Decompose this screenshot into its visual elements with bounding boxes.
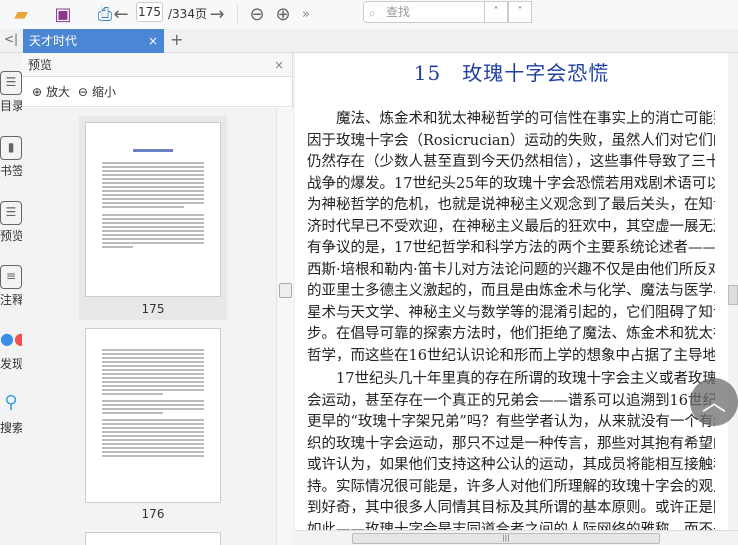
thumbnail-list: 175 176 (22, 108, 276, 545)
close-tab-icon[interactable]: × (148, 29, 158, 53)
thumbnail-page-175[interactable] (85, 122, 221, 297)
text-line: 为神秘哲学的危机，也就是说神秘主义观念到了最后关头，在知识经 (307, 197, 715, 213)
text-line: 星术与天文学、神秘主义与数学等的混淆引起的，它们阻碍了知识进 (307, 304, 715, 321)
search-placeholder: 查找 (386, 5, 411, 19)
text-line: 因于玫瑰十字会（Rosicrucian）运动的失败，虽然人们对它们的轻信 (307, 132, 715, 149)
panel-title: 预览 (28, 58, 53, 72)
text-line: 济时代早已不受欢迎，在神秘主义最后的狂欢中，其空虚一展无遗。 (307, 218, 715, 235)
save-icon[interactable]: ▣ (52, 3, 74, 25)
chapter-title: 15 玫瑰十字会恐慌 (413, 61, 610, 85)
label: 注释 (0, 293, 25, 307)
toolbar: ▰ ▣ ⎙ ← 175 /334页 → ⊖ ⊕ » ⌕ 查找 ˄ ˅ (0, 0, 738, 29)
label: 发现 (0, 357, 25, 371)
label: 预览 (0, 229, 25, 243)
new-tab-button[interactable]: + (170, 30, 183, 49)
text-line: 有争议的是，17世纪哲学和科学方法的两个主要系统论述者——弗朗 (307, 240, 715, 256)
page-number-input[interactable]: 175 (136, 2, 163, 22)
text-line: 哲学，而这些在16世纪认识论和形而上学的想象中占据了主导地位。 (307, 347, 715, 364)
scrollbar-thumb[interactable] (279, 283, 292, 298)
open-folder-icon[interactable]: ▰ (10, 3, 32, 25)
search-icon: ⌕ (369, 6, 376, 20)
document-vertical-scrollbar[interactable] (728, 53, 738, 530)
previous-page-icon[interactable]: ← (110, 3, 132, 25)
text-line: 魔法、炼金术和犹太神秘哲学的可信性在事实上的消亡可能要归 (336, 111, 715, 127)
text-line: 或许认为，如果他们支持这种公认的运动，其成员将能相互接触和支 (307, 457, 715, 473)
text-line: 织的玫瑰十字会运动，那只不过是一种传言，那些对其抱有希望的人 (307, 435, 715, 452)
text-line: 到好奇，其中很多人同情其目标及其所谓的基本原则。或许正是因为 (307, 500, 715, 516)
text-line: 步。在倡导可靠的探索方法时，他们拒绝了魔法、炼金术和犹太神秘 (307, 326, 715, 342)
page-number-label: 175 (141, 302, 165, 316)
text-line: 持。实际情况很可能是，许多人对他们所理解的玫瑰十字会的观点感 (307, 478, 715, 495)
zoom-out-icon[interactable]: ⊖ (78, 85, 88, 99)
paragraph: 17世纪头几十年里真的存在所谓的玫瑰十字会主义或者玫瑰十字会运动，甚至存在一个真… (307, 369, 715, 530)
label: 书签 (0, 164, 25, 178)
scrollbar-thumb[interactable]: ||| (352, 533, 660, 544)
zoom-in-button[interactable]: 放大 (46, 85, 70, 99)
thumbnail-page-next[interactable] (85, 532, 221, 545)
toc-icon: ☰ (0, 71, 22, 95)
discover-icon: ●● (0, 329, 28, 348)
text-line: 战争的爆发。17世纪头25年的玫瑰十字会恐慌若用戏剧术语可以被称 (307, 175, 715, 192)
thumbnail-page-176[interactable] (85, 328, 221, 503)
label: 搜索 (0, 421, 25, 435)
text-line: 更早的“玫瑰十字架兄弟”吗？有些学者认为，从来就没有一个有组 (307, 414, 715, 430)
document-horizontal-scrollbar[interactable]: ||| (295, 530, 738, 545)
text-line: 西斯·培根和勒内·笛卡儿对方法论问题的兴趣不仅是由他们所反对 (307, 261, 715, 278)
close-panel-icon[interactable]: × (274, 53, 284, 77)
text-line: 的亚里士多德主义激起的，而且是由炼金术与化学、魔法与医学、占 (307, 283, 715, 299)
left-sidebar: ☰ 目录 ▮ 书签 ☰ 预览 ≡ 注释 ●● 发现 ⚲ 搜索 (0, 53, 28, 545)
search-next-button[interactable]: ˅ (508, 1, 532, 23)
more-tools-button[interactable]: » (298, 3, 314, 25)
tab-document[interactable]: 天才时代[www.j9p.com].pdf× (23, 29, 164, 72)
divider (101, 5, 102, 23)
text-line: 17世纪头几十年里真的存在所谓的玫瑰十字会主义或者玫瑰十字 (336, 371, 715, 387)
page-number-label: 176 (141, 507, 165, 521)
paragraph: 魔法、炼金术和犹太神秘哲学的可信性在事实上的消亡可能要归因于玫瑰十字会（Rosi… (307, 109, 715, 367)
scrollbar-thumb[interactable] (728, 285, 738, 305)
thumbnail-scrollbar[interactable] (276, 108, 293, 545)
next-page-icon[interactable]: → (206, 3, 228, 25)
annotation-icon: ≡ (0, 265, 22, 289)
document-view: 15 玫瑰十字会恐慌 魔法、炼金术和犹太神秘哲学的可信性在事实上的消亡可能要归因… (295, 53, 728, 530)
bookmark-icon: ▮ (0, 136, 22, 160)
back-to-top-button[interactable]: ︿ (690, 378, 738, 426)
preview-icon: ☰ (0, 201, 22, 225)
text-line: 如此——玫瑰十字会是志同道合者之间的人际网络的雅称，而不是一 (307, 521, 715, 531)
divider (237, 5, 238, 23)
label: 目录 (0, 99, 25, 113)
tab-bar: <| 天才时代[www.j9p.com].pdf× + (0, 29, 738, 72)
collapse-sidebar-button[interactable]: <| (4, 32, 18, 46)
text-line: 会运动，甚至存在一个真正的兄弟会——谱系可以追溯到16世纪或者 (307, 392, 715, 409)
zoom-in-icon[interactable]: ⊕ (272, 3, 294, 25)
zoom-out-icon[interactable]: ⊖ (246, 3, 268, 25)
zoom-in-icon[interactable]: ⊕ (32, 85, 42, 99)
text-line: 仍然存在（少数人甚至直到今天仍然相信），这些事件导致了三十年 (307, 154, 715, 170)
search-icon: ⚲ (4, 392, 18, 413)
zoom-out-button[interactable]: 缩小 (92, 85, 116, 99)
search-prev-button[interactable]: ˄ (484, 1, 508, 23)
page-total: /334页 (168, 7, 207, 21)
preview-panel: 预览 × ⊕ 放大 ⊖ 缩小 175 176 (22, 53, 293, 545)
